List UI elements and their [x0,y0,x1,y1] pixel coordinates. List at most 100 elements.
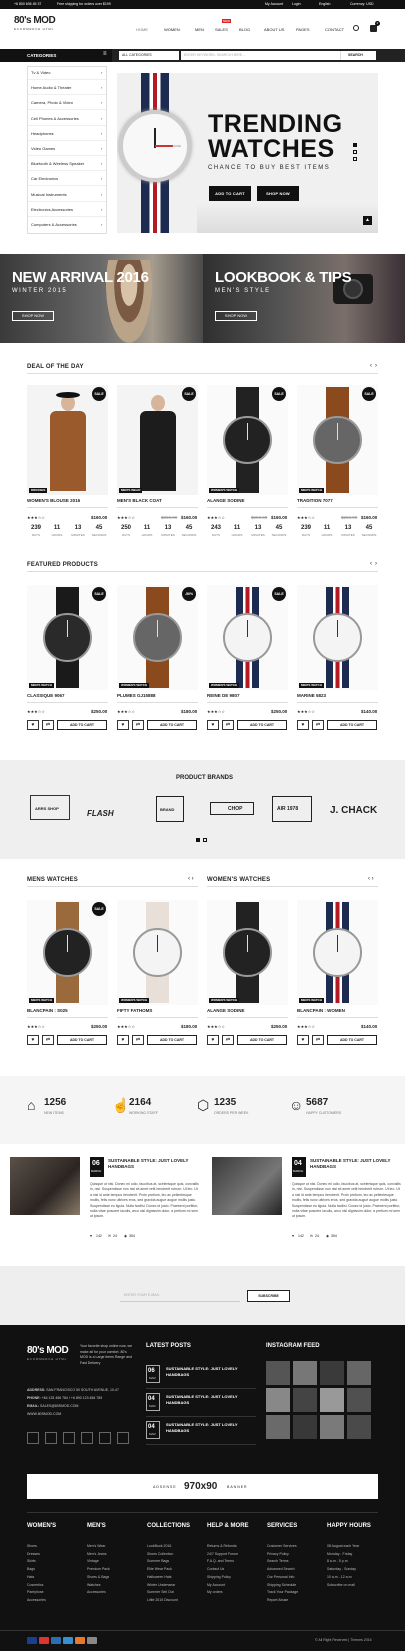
compare-icon[interactable]: ⇄ [222,1035,234,1045]
add-to-cart-button[interactable]: ADD TO CART [147,1035,197,1045]
instagram-photo[interactable] [320,1361,344,1385]
instagram-photo[interactable] [293,1415,317,1439]
category-item[interactable]: Computers & Accessories [31,222,77,227]
category-item[interactable]: Bluetooth & Wireless Speaker [31,161,84,166]
instagram-photo[interactable] [266,1415,290,1439]
footer-link[interactable]: Summer Bags [147,1559,169,1563]
product-name[interactable]: BLANCPAIN : WOMEN [297,1008,345,1013]
brand-logo-air[interactable]: AIR 1978 [272,796,312,822]
compare-icon[interactable]: ⇄ [222,720,234,730]
deal-next-icon[interactable]: › [375,363,377,369]
instagram-photo[interactable] [266,1361,290,1385]
latest-title[interactable]: SUSTAINABLE STYLE: JUST LOVELY HANDBAGS [166,1422,252,1433]
footer-link[interactable]: Accessories [27,1598,46,1602]
nav-blog[interactable]: BLOG [239,27,250,32]
twitter-icon[interactable] [27,1432,39,1444]
instagram-photo[interactable] [293,1361,317,1385]
wishlist-heart-icon[interactable]: ♥ [27,1035,39,1045]
facebook-icon[interactable] [45,1432,57,1444]
footer-link[interactable]: Shoes [27,1544,37,1548]
footer-link[interactable]: Shipping Policy [207,1575,231,1579]
compare-icon[interactable]: ⇄ [42,1035,54,1045]
footer-link[interactable]: Bags [27,1567,35,1571]
footer-link[interactable]: Privacy Policy [267,1552,289,1556]
instagram-photo[interactable] [320,1388,344,1412]
wishlist-heart-icon[interactable]: ♥ [207,720,219,730]
category-item[interactable]: Tv & Video [31,70,51,75]
compare-icon[interactable]: ⇄ [312,720,324,730]
footer-link[interactable]: Report Abuse [267,1598,288,1602]
product-name[interactable]: TRADITION 7077 [297,498,333,503]
brand-logo-ribbon[interactable]: BRAND [156,796,184,822]
latest-title[interactable]: SUSTAINABLE STYLE: JUST LOVELY HANDBAGS [166,1394,252,1405]
post-image[interactable] [10,1157,80,1215]
instagram-photo[interactable] [347,1415,371,1439]
ad-banner[interactable]: ADSENSE 970x90 BANNER [27,1474,378,1499]
add-to-cart-button[interactable]: ADD TO CART [57,720,107,730]
category-item[interactable]: Musical Instruments [31,192,67,197]
product-name[interactable]: CLASSIQUE 9067 [27,693,65,698]
add-to-cart-button[interactable]: ADD TO CART [327,720,377,730]
footer-link[interactable]: Shoes Collection [147,1552,173,1556]
product-name[interactable]: BLANCPAIN : S025 [27,1008,68,1013]
category-item[interactable]: Headphones [31,131,54,136]
footer-link[interactable]: Hats [27,1575,34,1579]
footer-link[interactable]: 08 August each Year [327,1544,359,1548]
footer-logo[interactable]: 80's MOD ECOMMERCE HTML [27,1345,69,1361]
brand-logo-arrs-shop[interactable]: ARRS SHOP [30,795,70,820]
pinterest-icon[interactable] [81,1432,93,1444]
footer-link[interactable]: My orders [207,1590,223,1594]
subscribe-button[interactable]: SUBSCRIBE [247,1290,290,1302]
footer-link[interactable]: Returns & Refunds [207,1544,237,1548]
banner-2-button[interactable]: SHOP NOW [215,311,257,321]
category-item[interactable]: Cell Phones & Accessories [31,116,79,121]
category-item[interactable]: Video Games [31,146,55,151]
footer-link[interactable]: Our Personal Info [267,1575,294,1579]
footer-link[interactable]: Advanced Search [267,1567,295,1571]
category-item[interactable]: Electronics Accessories [31,207,73,212]
category-item[interactable]: Car Electronics [31,176,58,181]
wishlist-heart-icon[interactable]: ♥ [117,1035,129,1045]
banner-1-button[interactable]: SHOP NOW [12,311,54,321]
scroll-top-button[interactable]: ▲ [363,216,372,225]
post-title[interactable]: SUSTAINABLE STYLE: JUST LOVELY HANDBAGS [310,1158,394,1170]
wishlist-heart-icon[interactable]: ♥ [297,1035,309,1045]
category-item[interactable]: Home Audio & Theater [31,85,71,90]
footer-link[interactable]: Monday - Friday [327,1552,352,1556]
add-to-cart-button[interactable]: ADD TO CART [237,1035,287,1045]
deal-prev-icon[interactable]: ‹ [370,363,372,369]
footer-link[interactable]: Track Your Package [267,1590,298,1594]
product-name[interactable]: ALANGE SODINE [207,498,245,503]
nav-about[interactable]: ABOUT US [264,27,284,32]
featured-next-icon[interactable]: › [375,561,377,567]
footer-link[interactable]: 10 a.m - 12 a.m [327,1575,352,1579]
brand-logo-jchack[interactable]: J. CHACK [330,800,380,818]
brands-dot-2[interactable] [203,838,207,842]
footer-link[interactable]: F.A.Q. and Terms [207,1559,234,1563]
footer-link[interactable]: Skirts [27,1559,36,1563]
footer-link[interactable]: Pantyhose [27,1590,44,1594]
search-icon[interactable] [353,25,359,31]
banner-new-arrival[interactable]: NEW ARRIVAL 2016 WINTER 2015 SHOP NOW [0,254,203,343]
search-input[interactable]: ENTER KEYWORD, SEARCH HERE... [181,51,340,60]
footer-link[interactable]: Search Terms [267,1559,289,1563]
footer-link[interactable]: Accessories [87,1590,106,1594]
product-name[interactable]: FIFTY FATHOMS [117,1008,152,1013]
footer-link[interactable]: Summer Sell Out [147,1590,174,1594]
category-item[interactable]: Camera, Photo & Video [31,100,73,105]
add-to-cart-button[interactable]: ADD TO CART [237,720,287,730]
slider-dot-3[interactable] [353,157,357,161]
slider-dot-1[interactable] [353,143,357,147]
add-to-cart-button[interactable]: ADD TO CART [327,1035,377,1045]
footer-link[interactable]: Watches [87,1583,101,1587]
add-to-cart-button[interactable]: ADD TO CART [147,720,197,730]
footer-link[interactable]: Premium Pack [87,1567,110,1571]
linkedin-icon[interactable] [99,1432,111,1444]
footer-link[interactable]: Elite Wear Pack [147,1567,172,1571]
hero-add-to-cart-button[interactable]: ADD TO CART [209,186,251,201]
wishlist-heart-icon[interactable]: ♥ [207,1035,219,1045]
google-plus-icon[interactable] [63,1432,75,1444]
footer-link[interactable]: Men's Jeans [87,1552,107,1556]
instagram-photo[interactable] [320,1415,344,1439]
nav-women[interactable]: WOMEN [164,27,180,32]
